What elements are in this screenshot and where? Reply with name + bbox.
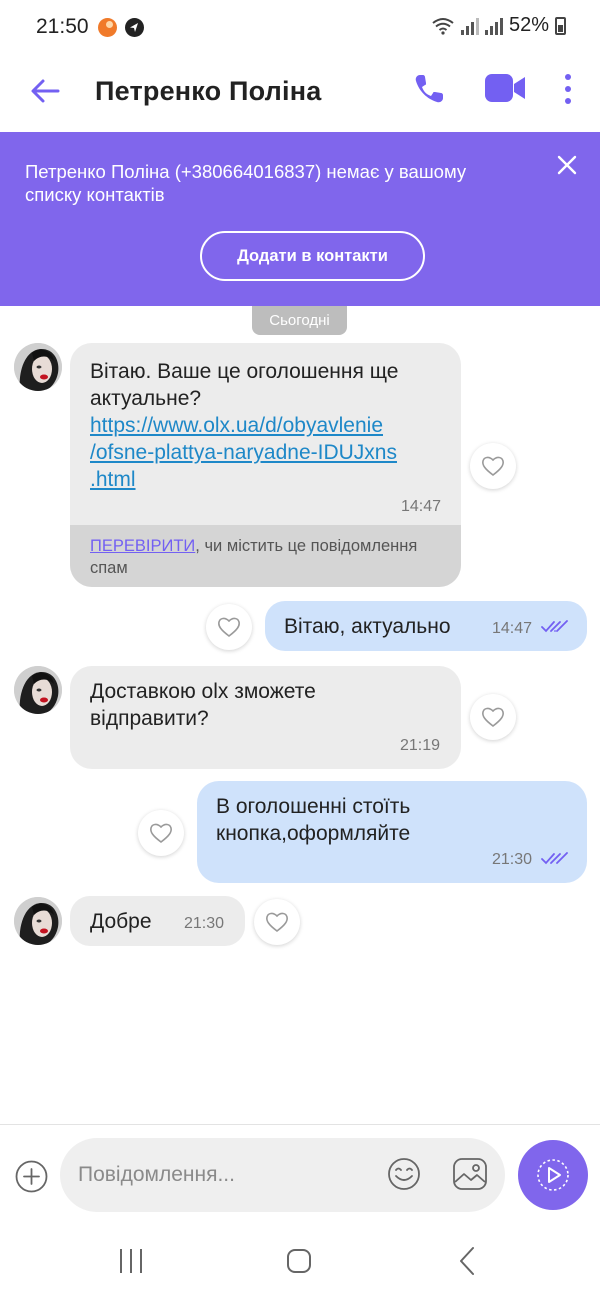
message-time: 21:30: [184, 915, 225, 932]
notification-navigation-icon: [125, 18, 144, 37]
like-button[interactable]: [206, 604, 252, 650]
link-line-1[interactable]: https://www.olx.ua/d/obyavlenie: [90, 414, 383, 437]
message-time: 14:47: [401, 498, 442, 515]
incoming-message-bubble[interactable]: Добре 21:30: [70, 896, 245, 946]
add-to-contacts-button[interactable]: Додати в контакти: [200, 231, 425, 281]
like-button[interactable]: [138, 810, 184, 856]
read-ticks-icon: [541, 852, 568, 865]
heart-icon: [218, 617, 240, 638]
like-button[interactable]: [254, 899, 300, 945]
spam-check-text: ПЕРЕВІРИТИ, чи містить це повідомлення с…: [90, 535, 450, 579]
banner-message: Петренко Поліна (+380664016837) немає у …: [25, 161, 467, 205]
unknown-contact-banner: Петренко Поліна (+380664016837) немає у …: [0, 132, 600, 306]
avatar[interactable]: [14, 666, 62, 714]
read-ticks-icon: [541, 620, 568, 633]
send-icon: [537, 1159, 569, 1191]
system-navigation-bar: [0, 1224, 600, 1299]
like-button[interactable]: [470, 694, 516, 740]
outgoing-message-bubble[interactable]: В оголошенні стоїть кнопка,оформляйте 21…: [197, 781, 587, 883]
plus-icon[interactable]: [15, 1160, 48, 1193]
status-indicators: 52%: [431, 14, 566, 37]
chat-screen: 21:50 52% Петренко Поліна Петренко Полін…: [0, 0, 600, 1299]
close-icon[interactable]: [556, 154, 578, 176]
more-vertical-icon[interactable]: [560, 72, 576, 106]
contact-name[interactable]: Петренко Поліна: [95, 76, 321, 107]
message-text: Вітаю. Ваше це оголошення ще актуальне?: [90, 360, 399, 410]
signal-icon: [460, 17, 479, 35]
link-line-2[interactable]: /ofsne-plattya-naryadne-IDUJxns: [90, 441, 397, 464]
gallery-icon[interactable]: [452, 1157, 488, 1191]
emoji-icon[interactable]: [387, 1157, 421, 1191]
message-text: Вітаю, актуально: [284, 615, 451, 638]
battery-percent: 52%: [508, 14, 549, 36]
message-text: Доставкою olx зможете відправити?: [90, 680, 316, 730]
status-time: 21:50: [36, 15, 89, 38]
spam-check-area: ПЕРЕВІРИТИ, чи містить це повідомлення с…: [70, 525, 461, 587]
message-input[interactable]: [78, 1159, 378, 1191]
spam-check-link[interactable]: ПЕРЕВІРИТИ: [90, 537, 195, 555]
back-arrow-icon[interactable]: [28, 74, 62, 108]
recent-apps-icon[interactable]: [118, 1247, 144, 1275]
like-button[interactable]: [470, 443, 516, 489]
heart-icon: [266, 912, 288, 933]
wifi-icon: [432, 17, 454, 35]
incoming-message-bubble[interactable]: Доставкою olx зможете відправити? 21:19: [70, 666, 461, 769]
battery-icon: [555, 16, 566, 35]
outgoing-message-bubble[interactable]: Вітаю, актуально 14:47: [265, 601, 587, 651]
avatar[interactable]: [14, 343, 62, 391]
message-time: 14:47: [492, 620, 533, 637]
signal-icon-2: [484, 17, 503, 35]
message-time: 21:30: [492, 851, 533, 868]
message-text: В оголошенні стоїть кнопка,оформляйте: [216, 795, 411, 845]
status-bar: 21:50 52%: [0, 0, 600, 56]
message-text: Добре: [90, 910, 152, 933]
message-link[interactable]: https://www.olx.ua/d/obyavlenie /ofsne-p…: [90, 412, 450, 493]
home-icon[interactable]: [286, 1248, 312, 1274]
message-time: 21:19: [400, 737, 441, 754]
phone-icon[interactable]: [412, 72, 446, 106]
date-separator: Сьогодні: [252, 306, 347, 335]
video-camera-icon[interactable]: [484, 73, 526, 103]
avatar[interactable]: [14, 897, 62, 945]
nav-back-icon[interactable]: [458, 1246, 476, 1276]
link-line-3[interactable]: .html: [90, 468, 136, 491]
heart-icon: [482, 456, 504, 477]
message-composer: [0, 1124, 600, 1224]
chat-header: Петренко Поліна: [0, 56, 600, 132]
heart-icon: [482, 707, 504, 728]
message-input-pill: [60, 1138, 505, 1212]
send-button[interactable]: [518, 1140, 588, 1210]
heart-icon: [150, 823, 172, 844]
notification-app-icon: [98, 18, 117, 37]
